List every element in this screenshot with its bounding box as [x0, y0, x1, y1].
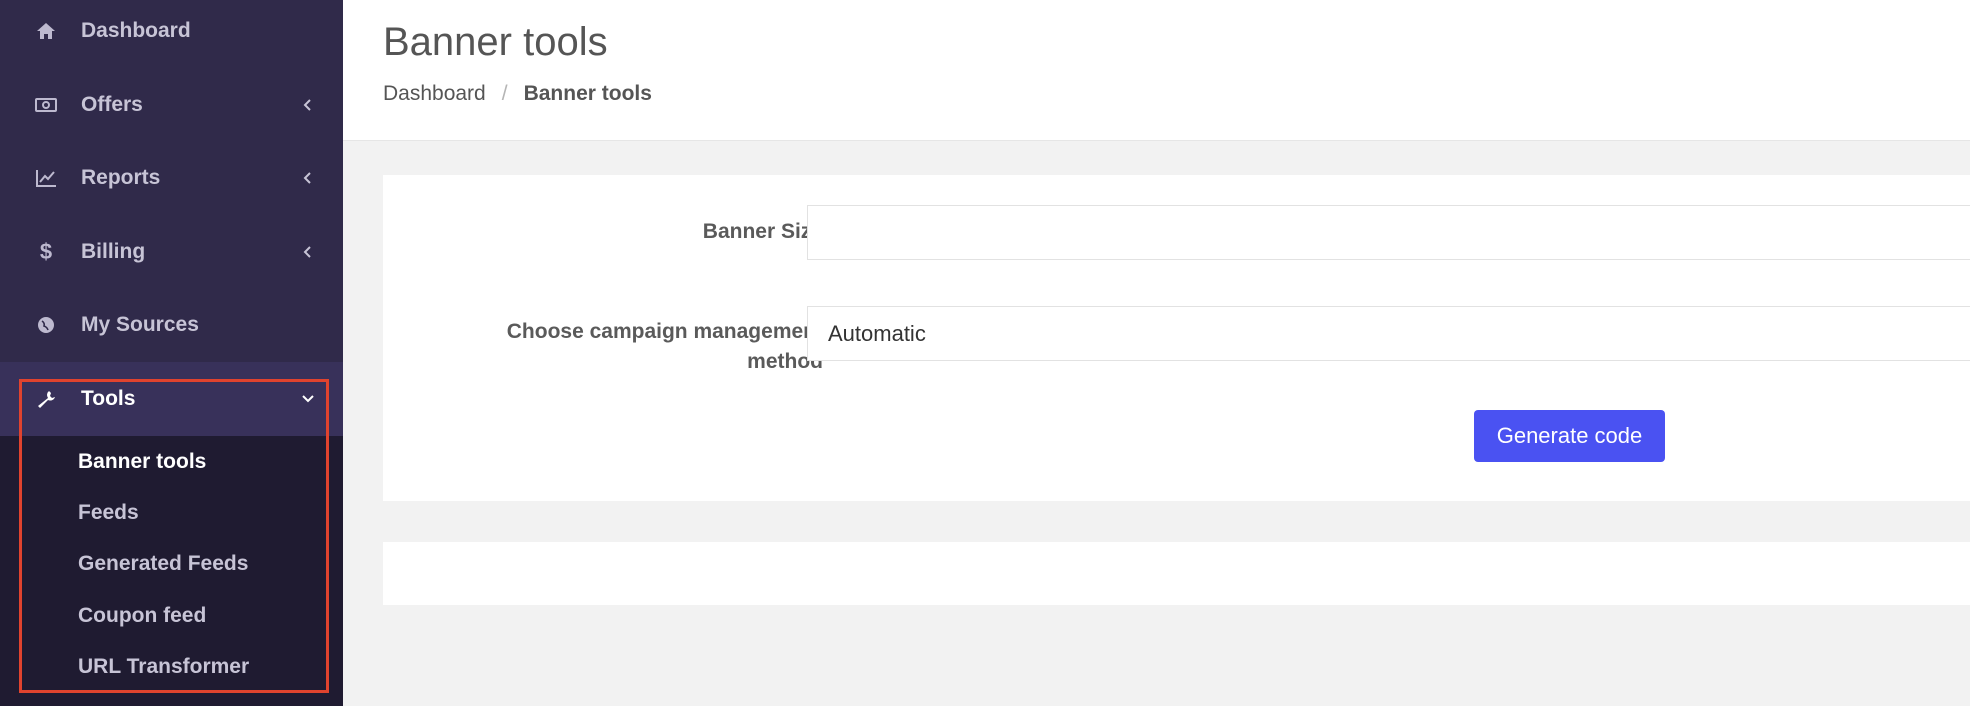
sidebar-item-billing[interactable]: $ Billing [0, 215, 343, 289]
chart-line-icon [34, 166, 58, 190]
breadcrumb: Dashboard / Banner tools [383, 82, 652, 106]
chevron-left-icon [300, 170, 316, 186]
sidebar-item-tools[interactable]: Tools [0, 362, 343, 436]
sidebar-item-label: Dashboard [81, 19, 191, 42]
sidebar-item-dashboard[interactable]: Dashboard [0, 0, 343, 68]
money-icon [34, 93, 58, 117]
submenu-item-coupon-feed[interactable]: Coupon feed [78, 604, 206, 628]
chevron-left-icon [300, 244, 316, 260]
submenu-item-banner-tools[interactable]: Banner tools [78, 450, 206, 474]
sidebar-item-my-sources[interactable]: My Sources [0, 288, 343, 362]
output-card [383, 542, 1970, 605]
chevron-down-icon [300, 391, 316, 407]
sidebar-item-label: Tools [81, 387, 136, 410]
campaign-method-label: Choose campaign management method [507, 317, 823, 377]
sidebar-item-label: Billing [81, 240, 146, 263]
campaign-method-select[interactable]: Automatic [807, 306, 1970, 361]
campaign-method-label-line1: Choose campaign management [506, 320, 823, 343]
sidebar-item-label: Reports [81, 166, 161, 189]
page-header: Banner tools Dashboard / Banner tools [343, 0, 1970, 141]
banner-size-label: Banner Size [702, 220, 823, 243]
sidebar: Dashboard Offers Reports $ Billing My So… [0, 0, 343, 706]
breadcrumb-separator: / [501, 82, 508, 105]
tools-submenu: Banner tools Feeds Generated Feeds Coupo… [0, 436, 343, 706]
dollar-icon: $ [39, 239, 53, 264]
globe-icon [34, 313, 58, 337]
banner-size-select[interactable] [807, 205, 1970, 260]
submenu-item-generated-feeds[interactable]: Generated Feeds [78, 552, 248, 576]
breadcrumb-dashboard-link[interactable]: Dashboard [383, 82, 486, 106]
sidebar-item-reports[interactable]: Reports [0, 141, 343, 215]
banner-form-card: Banner Size Choose campaign management m… [383, 175, 1970, 501]
submenu-item-url-transformer[interactable]: URL Transformer [78, 655, 249, 679]
generate-code-button[interactable]: Generate code [1474, 410, 1665, 462]
campaign-method-label-line2: method [747, 350, 823, 373]
sidebar-item-offers[interactable]: Offers [0, 68, 343, 142]
breadcrumb-current: Banner tools [523, 82, 652, 105]
sidebar-item-label: My Sources [81, 313, 199, 336]
sidebar-item-label: Offers [81, 93, 143, 116]
submenu-item-feeds[interactable]: Feeds [78, 501, 139, 525]
wrench-icon [34, 387, 58, 411]
chevron-left-icon [300, 97, 316, 113]
page-title: Banner tools [383, 20, 608, 64]
home-icon [34, 19, 58, 43]
